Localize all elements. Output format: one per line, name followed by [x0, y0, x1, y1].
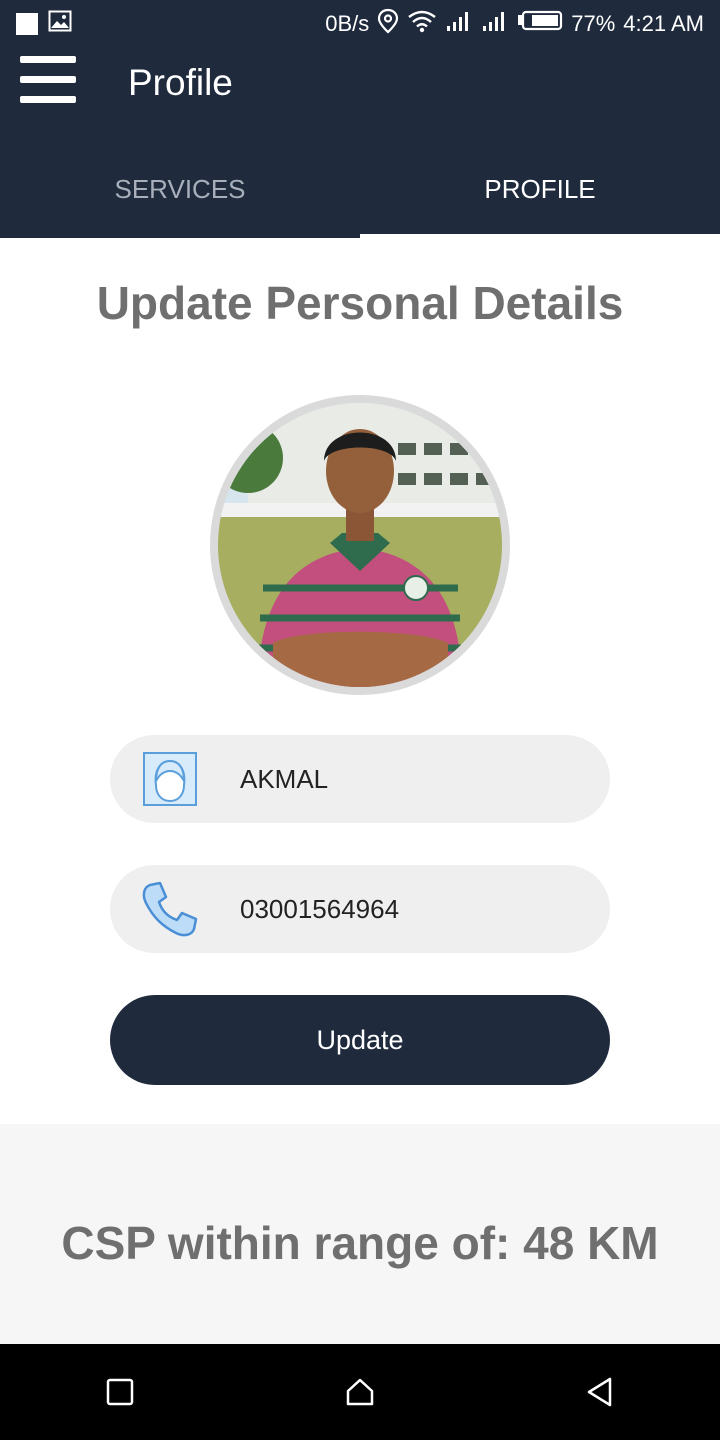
image-icon: [48, 10, 72, 38]
home-icon[interactable]: [330, 1362, 390, 1422]
signal-icon: [481, 10, 509, 38]
recent-apps-icon[interactable]: [90, 1362, 150, 1422]
name-value: AKMAL: [240, 763, 329, 794]
status-bar: 0B/s 77% 4:21 AM: [0, 0, 720, 48]
battery-percent: 77%: [571, 11, 616, 36]
tab-bar: SERVICES PROFILE: [0, 140, 720, 238]
back-icon[interactable]: [570, 1362, 630, 1422]
system-nav-bar: [0, 1344, 720, 1440]
page-title: Profile: [128, 62, 233, 103]
phone-icon: [140, 879, 200, 939]
tab-services[interactable]: SERVICES: [0, 140, 360, 238]
phone-field[interactable]: 03001564964: [110, 865, 610, 953]
wifi-icon: [407, 9, 437, 39]
range-text: CSP within range of: 48 KM: [61, 1217, 659, 1269]
app-bar: Profile: [0, 48, 720, 140]
battery-icon: [517, 10, 563, 38]
net-speed: 0B/s: [325, 11, 370, 36]
range-section: CSP within range of: 48 KM: [0, 1124, 720, 1344]
avatar[interactable]: [210, 395, 510, 695]
section-heading: Update Personal Details: [96, 277, 624, 329]
phone-value: 03001564964: [240, 893, 400, 924]
signal-icon: [445, 10, 473, 38]
tab-profile[interactable]: PROFILE: [360, 140, 720, 238]
update-button[interactable]: Update: [110, 995, 610, 1085]
name-field[interactable]: AKMAL: [110, 735, 610, 823]
hamburger-menu-icon[interactable]: [20, 56, 76, 106]
notification-square-icon: [16, 13, 38, 35]
user-icon: [140, 749, 200, 809]
clock: 4:21 AM: [623, 11, 704, 36]
location-icon: [377, 8, 399, 40]
